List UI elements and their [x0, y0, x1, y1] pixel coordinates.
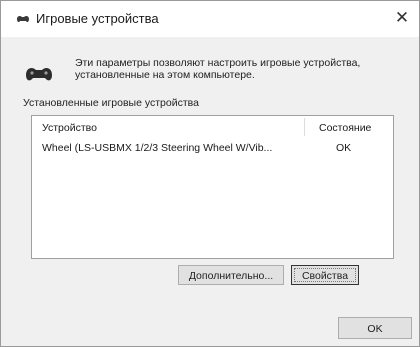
column-divider[interactable] — [304, 118, 305, 136]
close-button[interactable]: ✕ — [389, 5, 415, 31]
device-status: OK — [336, 142, 352, 154]
title-bar: Игровые устройства ✕ — [1, 1, 419, 37]
devices-list[interactable]: Устройство Состояние Wheel (LS-USBMX 1/2… — [31, 115, 394, 259]
focus-rectangle — [294, 268, 356, 282]
ok-button[interactable]: OK — [338, 317, 412, 339]
gamepad-icon — [15, 12, 31, 24]
game-controllers-dialog: Игровые устройства ✕ Эти параметры позво… — [0, 0, 420, 347]
column-header-device[interactable]: Устройство — [42, 122, 97, 134]
advanced-button[interactable]: Дополнительно... — [178, 265, 284, 285]
window-title: Игровые устройства — [36, 11, 159, 26]
list-item[interactable]: Wheel (LS-USBMX 1/2/3 Steering Wheel W/V… — [32, 140, 393, 158]
installed-devices-label: Установленные игровые устройства — [23, 97, 199, 109]
description-text: Эти параметры позволяют настроить игровы… — [75, 57, 361, 81]
list-header: Устройство Состояние — [32, 116, 393, 138]
column-header-status[interactable]: Состояние — [319, 122, 371, 134]
device-name: Wheel (LS-USBMX 1/2/3 Steering Wheel W/V… — [42, 142, 273, 154]
dialog-body: Эти параметры позволяют настроить игровы… — [1, 37, 419, 346]
properties-button[interactable]: Свойства — [291, 265, 359, 285]
gamepad-icon — [23, 61, 55, 85]
